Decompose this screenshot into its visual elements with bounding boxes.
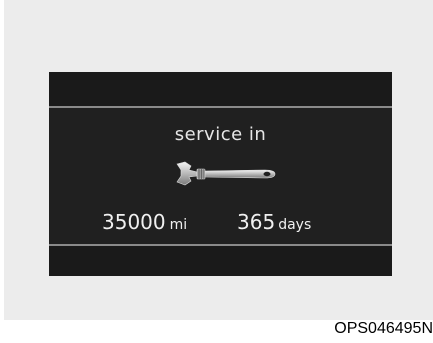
service-in-label: service in <box>174 124 267 145</box>
wrench-icon <box>176 161 276 186</box>
display-top-band <box>49 72 392 108</box>
cluster-display: service in 35000 mi 365 days <box>49 72 392 276</box>
mileage-unit: mi <box>169 217 188 233</box>
figure-code-caption: OPS046495N <box>334 320 433 337</box>
days-unit: days <box>278 217 312 233</box>
mileage-value: 35000 <box>102 210 166 234</box>
figure-frame: service in 35000 mi 365 days <box>4 0 433 320</box>
days-value: 365 <box>237 210 276 234</box>
service-days: 365 days <box>237 210 311 234</box>
display-bottom-band <box>49 244 392 276</box>
service-mileage: 35000 mi <box>102 210 187 234</box>
